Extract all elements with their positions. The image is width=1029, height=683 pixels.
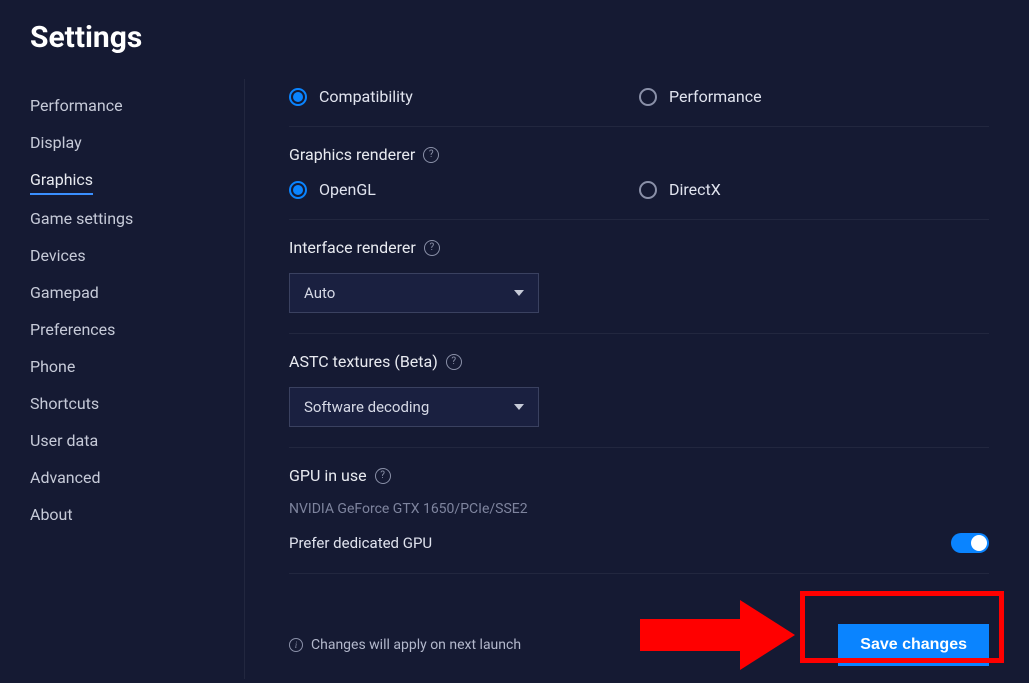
- save-changes-button[interactable]: Save changes: [838, 624, 989, 666]
- sidebar-item-display[interactable]: Display: [30, 124, 82, 161]
- mode-performance-label: Performance: [669, 87, 762, 106]
- interface-renderer-title: Interface renderer: [289, 238, 416, 257]
- renderer-opengl-option[interactable]: OpenGL: [289, 180, 639, 199]
- sidebar-item-preferences[interactable]: Preferences: [30, 311, 115, 348]
- info-icon: i: [289, 638, 303, 652]
- gpu-title: GPU in use: [289, 466, 367, 485]
- sidebar-item-graphics[interactable]: Graphics: [30, 161, 93, 195]
- help-icon[interactable]: ?: [424, 240, 440, 256]
- launch-notice: i Changes will apply on next launch: [289, 637, 521, 653]
- chevron-down-icon: [514, 290, 524, 296]
- sidebar-item-game-settings[interactable]: Game settings: [30, 200, 133, 237]
- gpu-info: NVIDIA GeForce GTX 1650/PCIe/SSE2: [289, 501, 989, 517]
- chevron-down-icon: [514, 404, 524, 410]
- sidebar-item-performance[interactable]: Performance: [30, 87, 123, 124]
- radio-selected-icon: [289, 88, 307, 106]
- sidebar-item-devices[interactable]: Devices: [30, 237, 86, 274]
- sidebar-item-advanced[interactable]: Advanced: [30, 459, 101, 496]
- help-icon[interactable]: ?: [375, 468, 391, 484]
- sidebar-item-phone[interactable]: Phone: [30, 348, 75, 385]
- mode-performance-option[interactable]: Performance: [639, 87, 989, 106]
- prefer-dedicated-gpu-toggle[interactable]: [951, 533, 989, 553]
- interface-renderer-value: Auto: [304, 284, 335, 302]
- help-icon[interactable]: ?: [446, 354, 462, 370]
- interface-renderer-dropdown[interactable]: Auto: [289, 273, 539, 313]
- radio-unselected-icon: [639, 88, 657, 106]
- astc-title: ASTC textures (Beta): [289, 352, 438, 371]
- astc-dropdown[interactable]: Software decoding: [289, 387, 539, 427]
- mode-compatibility-label: Compatibility: [319, 87, 413, 106]
- settings-sidebar: Performance Display Graphics Game settin…: [30, 79, 245, 679]
- renderer-directx-option[interactable]: DirectX: [639, 180, 989, 199]
- mode-compatibility-option[interactable]: Compatibility: [289, 87, 639, 106]
- astc-value: Software decoding: [304, 398, 429, 416]
- renderer-directx-label: DirectX: [669, 180, 721, 199]
- graphics-renderer-title: Graphics renderer: [289, 145, 415, 164]
- prefer-dedicated-gpu-label: Prefer dedicated GPU: [289, 534, 432, 552]
- sidebar-item-shortcuts[interactable]: Shortcuts: [30, 385, 99, 422]
- settings-content: Compatibility Performance Graphics rende…: [245, 79, 1029, 679]
- page-title: Settings: [30, 20, 999, 55]
- renderer-opengl-label: OpenGL: [319, 180, 376, 199]
- radio-selected-icon: [289, 181, 307, 199]
- sidebar-item-gamepad[interactable]: Gamepad: [30, 274, 99, 311]
- sidebar-item-user-data[interactable]: User data: [30, 422, 98, 459]
- help-icon[interactable]: ?: [423, 147, 439, 163]
- radio-unselected-icon: [639, 181, 657, 199]
- sidebar-item-about[interactable]: About: [30, 496, 73, 533]
- launch-notice-text: Changes will apply on next launch: [311, 637, 521, 653]
